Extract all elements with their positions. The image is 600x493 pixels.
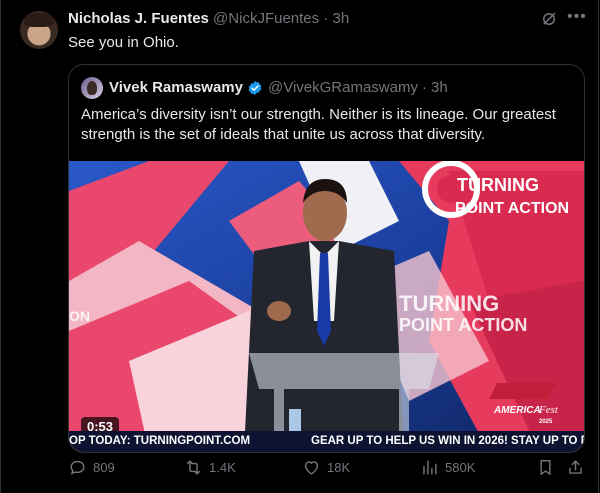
svg-text:Fest: Fest — [538, 404, 559, 416]
ticker-right-text: GEAR UP TO HELP US WIN IN 2026! STAY UP … — [311, 435, 584, 447]
separator: · — [421, 79, 427, 96]
tweet-actions: 809 1.4K 18K 580K — [68, 458, 588, 486]
quote-author-name[interactable]: Vivek Ramaswamy — [109, 79, 243, 96]
repost-button[interactable]: 1.4K — [184, 458, 236, 477]
timeline-border-right — [598, 0, 599, 493]
grok-icon[interactable] — [540, 10, 558, 28]
quote-author-handle[interactable]: @VivekGRamaswamy — [268, 79, 418, 96]
quote-avatar[interactable] — [81, 77, 103, 99]
svg-text:TURNING: TURNING — [457, 175, 539, 195]
author-handle[interactable]: @NickJFuentes — [213, 10, 319, 27]
video-frame: TURNING POINT ACTION TURNING POINT ACTIO… — [69, 161, 584, 452]
heart-icon — [304, 461, 319, 475]
video-player[interactable]: TURNING POINT ACTION TURNING POINT ACTIO… — [69, 161, 584, 452]
repost-count: 1.4K — [209, 460, 236, 475]
bookmark-icon — [540, 460, 551, 475]
views-chart-icon — [423, 460, 437, 475]
author-name[interactable]: Nicholas J. Fuentes — [68, 10, 209, 27]
svg-text:POINT ACTION: POINT ACTION — [399, 315, 527, 335]
ticker-left-text: OP TODAY: TURNINGPOINT.COM — [69, 435, 251, 447]
timeline-border-left — [0, 0, 1, 493]
share-icon — [569, 460, 582, 474]
views-button[interactable]: 580K — [420, 458, 475, 477]
svg-text:2025: 2025 — [539, 419, 553, 425]
quote-header: Vivek Ramaswamy @VivekGRamaswamy · 3h — [109, 79, 448, 96]
views-count: 580K — [445, 460, 476, 475]
quote-text: America’s diversity isn’t our strength. … — [81, 106, 556, 143]
reply-button[interactable]: 809 — [68, 458, 115, 477]
svg-text:POINT ACTION: POINT ACTION — [455, 200, 569, 217]
reply-icon — [70, 460, 85, 475]
avatar[interactable] — [20, 11, 58, 49]
svg-text:AMERICA: AMERICA — [493, 405, 541, 416]
like-count: 18K — [327, 460, 351, 475]
tweet-header: Nicholas J. Fuentes @NickJFuentes · 3h — [68, 10, 349, 27]
quote-timestamp[interactable]: 3h — [431, 79, 448, 96]
separator: · — [323, 10, 329, 27]
repost-icon — [186, 460, 201, 475]
verified-badge-icon — [248, 80, 262, 95]
svg-text:TURNING: TURNING — [399, 291, 499, 316]
timestamp[interactable]: 3h — [332, 10, 349, 27]
like-button[interactable]: 18K — [302, 458, 350, 477]
reply-count: 809 — [93, 460, 115, 475]
tweet-text: See you in Ohio. — [68, 34, 179, 51]
bookmark-button[interactable] — [536, 458, 561, 477]
share-button[interactable] — [566, 458, 591, 477]
svg-text:ON: ON — [69, 308, 90, 324]
quoted-tweet[interactable]: Vivek Ramaswamy @VivekGRamaswamy · 3h Am… — [68, 64, 585, 453]
more-options-icon[interactable]: ••• — [567, 8, 587, 26]
video-ticker: OP TODAY: TURNINGPOINT.COM GEAR UP TO HE… — [69, 431, 584, 452]
